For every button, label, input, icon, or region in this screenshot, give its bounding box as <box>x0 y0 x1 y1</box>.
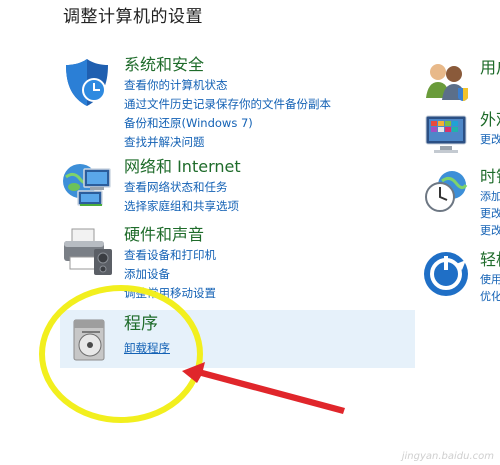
ease-of-access-icon[interactable] <box>422 250 470 298</box>
category-title-system-security[interactable]: 系统和安全 <box>124 55 331 75</box>
network-globe-icon[interactable] <box>60 157 114 211</box>
page-title: 调整计算机的设置 <box>63 7 203 27</box>
category-title-ease[interactable]: 轻松 <box>480 250 500 270</box>
printer-icon[interactable] <box>60 225 114 279</box>
link-network-status[interactable]: 查看网络状态和任务 <box>124 178 241 197</box>
link-ease-1[interactable]: 优化 <box>480 288 500 305</box>
shield-icon[interactable] <box>60 55 114 109</box>
users-icon[interactable] <box>422 58 470 106</box>
link-add-device[interactable]: 添加设备 <box>124 265 216 284</box>
link-view-computer-status[interactable]: 查看你的计算机状态 <box>124 76 331 95</box>
link-mobility-settings[interactable]: 调整常用移动设置 <box>124 284 216 303</box>
link-clock-1[interactable]: 更改 <box>480 205 500 222</box>
category-title-clock[interactable]: 时钟 <box>480 167 500 187</box>
link-file-history-backup[interactable]: 通过文件历史记录保存你的文件备份副本 <box>124 95 331 114</box>
link-troubleshoot[interactable]: 查找并解决问题 <box>124 133 331 152</box>
programs-hover-highlight <box>60 310 415 368</box>
clock-globe-icon[interactable] <box>422 167 470 215</box>
link-backup-restore[interactable]: 备份和还原(Windows 7) <box>124 114 331 133</box>
program-disc-icon[interactable] <box>68 318 112 364</box>
category-title-network-internet[interactable]: 网络和 Internet <box>124 157 241 177</box>
link-homegroup-sharing[interactable]: 选择家庭组和共享选项 <box>124 197 241 216</box>
link-ease-0[interactable]: 使用 <box>480 271 500 288</box>
category-title-user[interactable]: 用户 <box>480 58 500 78</box>
link-clock-2[interactable]: 更改 <box>480 222 500 239</box>
link-devices-printers[interactable]: 查看设备和打印机 <box>124 246 216 265</box>
link-appearance-0[interactable]: 更改 <box>480 131 500 148</box>
link-clock-0[interactable]: 添加 <box>480 188 500 205</box>
category-title-hardware-sound[interactable]: 硬件和声音 <box>124 225 216 245</box>
category-title-programs[interactable]: 程序 <box>124 314 170 334</box>
category-title-appearance[interactable]: 外观 <box>480 110 500 130</box>
link-uninstall-program[interactable]: 卸载程序 <box>124 339 170 358</box>
annotation-arrow <box>182 362 345 414</box>
monitor-icon[interactable] <box>422 110 470 158</box>
watermark: jingyan.baidu.com <box>401 451 494 462</box>
